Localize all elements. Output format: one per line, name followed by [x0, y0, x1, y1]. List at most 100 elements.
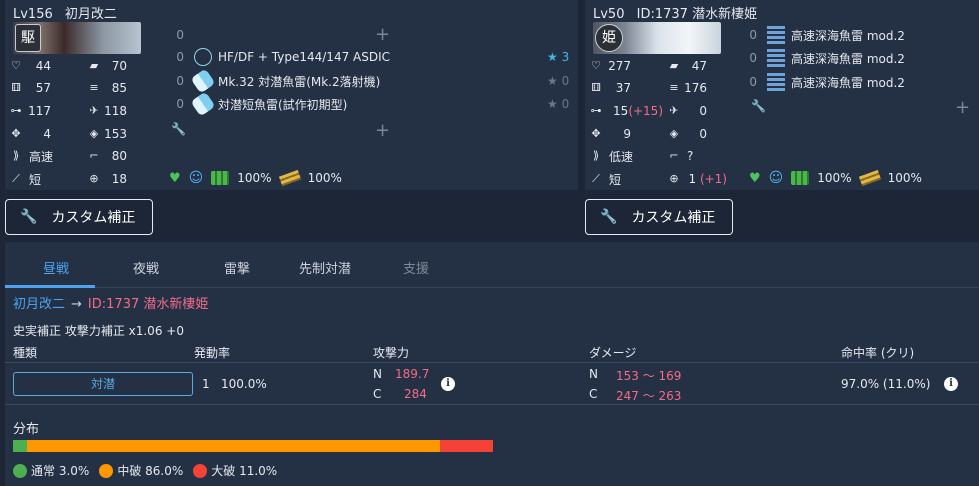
equip-slot[interactable]: 0 高速深海魚雷 mod.2 — [743, 24, 905, 46]
add-expansion-icon[interactable]: + — [955, 99, 970, 117]
evasion-stat: ⚅ 57 — [9, 77, 51, 99]
add-expansion-icon[interactable]: + — [375, 122, 390, 140]
los-stat: ✈ 0 — [667, 100, 707, 122]
aa-icon: ≡ — [669, 81, 679, 94]
add-equipment-icon[interactable]: + — [375, 26, 390, 44]
asw-stat: ⊶ 15(+15) — [590, 104, 664, 118]
fuel-icon[interactable] — [211, 171, 230, 185]
attacker-title: Lv156 初月改二 — [13, 3, 117, 22]
tab-opening-asw[interactable]: 先制対潜 — [299, 258, 351, 277]
power-info-icon[interactable]: i — [441, 377, 455, 391]
header-rate: 発動率 — [194, 346, 231, 360]
defender-panel: Lv50 ID:1737 潜水新棲姫 姫 ♡ 277 ▰ 47 ⚅ 37 ≡ 1… — [585, 0, 979, 190]
damage-normal: 153 ～ 169 — [616, 369, 682, 383]
distribution-legend: 通常 3.0% 中破 86.0% 大破 11.0% — [13, 462, 277, 479]
wrench-icon[interactable]: 🔧 — [751, 99, 766, 113]
equip-slot[interactable]: 0 HF/DF + Type144/147 ASDIC — [170, 46, 390, 68]
battle-phase-tabs: 昼戦 夜戦 雷撃 先制対潜 支援 — [5, 242, 979, 288]
legend-normal: 通常 3.0% — [13, 462, 89, 479]
attack-count: 1 — [202, 377, 210, 391]
lifebuoy-icon: ⊕ — [669, 172, 679, 185]
tab-support[interactable]: 支援 — [403, 258, 429, 277]
wrench-icon: 🔧 — [600, 209, 618, 225]
aa-stat: ≡ 85 — [87, 77, 127, 99]
custom-bonus-button[interactable]: 🔧 カスタム補正 — [585, 199, 733, 235]
asw-stat: ⊶ 117 — [10, 104, 52, 118]
aa-stat: ≡ 176 — [667, 77, 707, 99]
speed-icon: ⟫ — [592, 149, 600, 162]
legend-heavy: 大破 11.0% — [193, 462, 277, 479]
header-divider — [5, 362, 979, 363]
defender-title: Lv50 ID:1737 潜水新棲姫 — [593, 3, 757, 22]
morale-smile-icon[interactable]: ☺ — [769, 170, 784, 186]
speed-stat: ⟫ 高速 — [9, 145, 84, 167]
dice-icon: ⚅ — [11, 81, 21, 94]
attacker-level: Lv156 — [13, 7, 53, 22]
firepower-stat: ⌐ ? — [667, 145, 707, 167]
clover-icon: ✥ — [591, 127, 601, 140]
plane-icon: ✈ — [89, 104, 99, 117]
ammo-icon[interactable] — [278, 169, 301, 187]
header-type: 種類 — [13, 346, 38, 360]
red-dot-icon — [193, 463, 208, 478]
improvement-star: ★ 3 — [547, 50, 570, 64]
attacker-banner-image[interactable]: 駆 — [13, 22, 141, 54]
cannon-icon: ⌐ — [669, 149, 679, 162]
tab-day-battle[interactable]: 昼戦 — [43, 258, 69, 277]
morale-smile-icon[interactable]: ☺ — [189, 170, 204, 186]
torpedo-icon — [767, 26, 785, 44]
fuel-icon[interactable] — [791, 171, 810, 185]
attacker-name: 初月改二 — [64, 7, 117, 22]
custom-bonus-button[interactable]: 🔧 カスタム補正 — [5, 199, 153, 235]
clover-icon: ✥ — [11, 127, 21, 140]
depth-charge-icon — [190, 91, 216, 117]
range-icon: ⟋ — [592, 172, 600, 185]
firepower-stat: ⌐ 80 — [87, 145, 127, 167]
armor-icon: ▰ — [89, 59, 99, 72]
distribution-normal-segment — [13, 440, 28, 452]
heart-icon[interactable]: ♥ — [749, 171, 761, 186]
attacker-panel: Lv156 初月改二 駆 ♡ 44 ▰ 70 ⚅ 57 ≡ 85 ⊶ 117 ✈… — [5, 0, 578, 190]
supply-row: ♥ ☺ 100% 100% — [749, 169, 922, 187]
asw-icon: ⊶ — [10, 104, 22, 117]
equip-slot[interactable]: 0 Mk.32 対潜魚雷(Mk.2落射機) — [170, 68, 380, 94]
accuracy-stat: ⊕ 18 — [87, 168, 127, 190]
tab-night-battle[interactable]: 夜戦 — [133, 258, 159, 277]
heart-icon[interactable]: ♥ — [169, 171, 181, 186]
route-attacker[interactable]: 初月改二 — [13, 297, 65, 312]
equip-slot[interactable]: 0 高速深海魚雷 mod.2 — [743, 71, 905, 93]
ammo-icon[interactable] — [858, 169, 881, 187]
range-stat: ⟋ 短 — [589, 168, 664, 190]
aa-icon: ≡ — [89, 81, 99, 94]
activation-rate: 100.0% — [221, 377, 267, 391]
hp-stat: ♡ 277 — [589, 55, 631, 77]
armor-icon: ▰ — [669, 59, 679, 72]
attack-type-pill[interactable]: 対潜 — [13, 372, 193, 396]
destroyer-badge-icon: 駆 — [15, 24, 41, 52]
range-icon: ⟋ — [12, 172, 20, 185]
dice-icon: ⚅ — [591, 81, 601, 94]
hit-info-icon[interactable]: i — [944, 377, 958, 391]
header-hit: 命中率 (クリ) — [841, 346, 915, 360]
hp-stat: ♡ 44 — [9, 55, 51, 77]
defender-banner-image[interactable]: 姫 — [593, 22, 721, 54]
equip-slot[interactable]: 0 対潜短魚雷(試作初期型) — [170, 91, 347, 117]
power-normal: 189.7 — [395, 367, 430, 381]
result-panel: 昼戦 夜戦 雷撃 先制対潜 支援 初月改二 → ID:1737 潜水新棲姫 史実補正… — [5, 242, 979, 486]
distribution-medium-segment — [27, 440, 441, 452]
torpedo-stat: ◈ 153 — [87, 123, 127, 145]
equip-slot[interactable]: 0 高速深海魚雷 mod.2 — [743, 47, 905, 69]
tab-torpedo[interactable]: 雷撃 — [224, 258, 250, 277]
defender-level: Lv50 — [593, 7, 625, 22]
legend-medium: 中破 86.0% — [99, 462, 183, 479]
route-defender[interactable]: ID:1737 潜水新棲姫 — [88, 297, 208, 312]
row-divider — [5, 404, 979, 405]
speed-stat: ⟫ 低速 — [589, 145, 664, 167]
armor-stat: ▰ 47 — [667, 55, 707, 77]
equip-slot[interactable]: 0 — [170, 24, 184, 46]
heart-outline-icon: ♡ — [11, 59, 21, 72]
header-power: 攻撃力 — [373, 346, 410, 360]
torpedo-icon — [767, 73, 785, 91]
wrench-icon[interactable]: 🔧 — [171, 122, 186, 136]
torpedo-stat-icon: ◈ — [89, 127, 99, 140]
